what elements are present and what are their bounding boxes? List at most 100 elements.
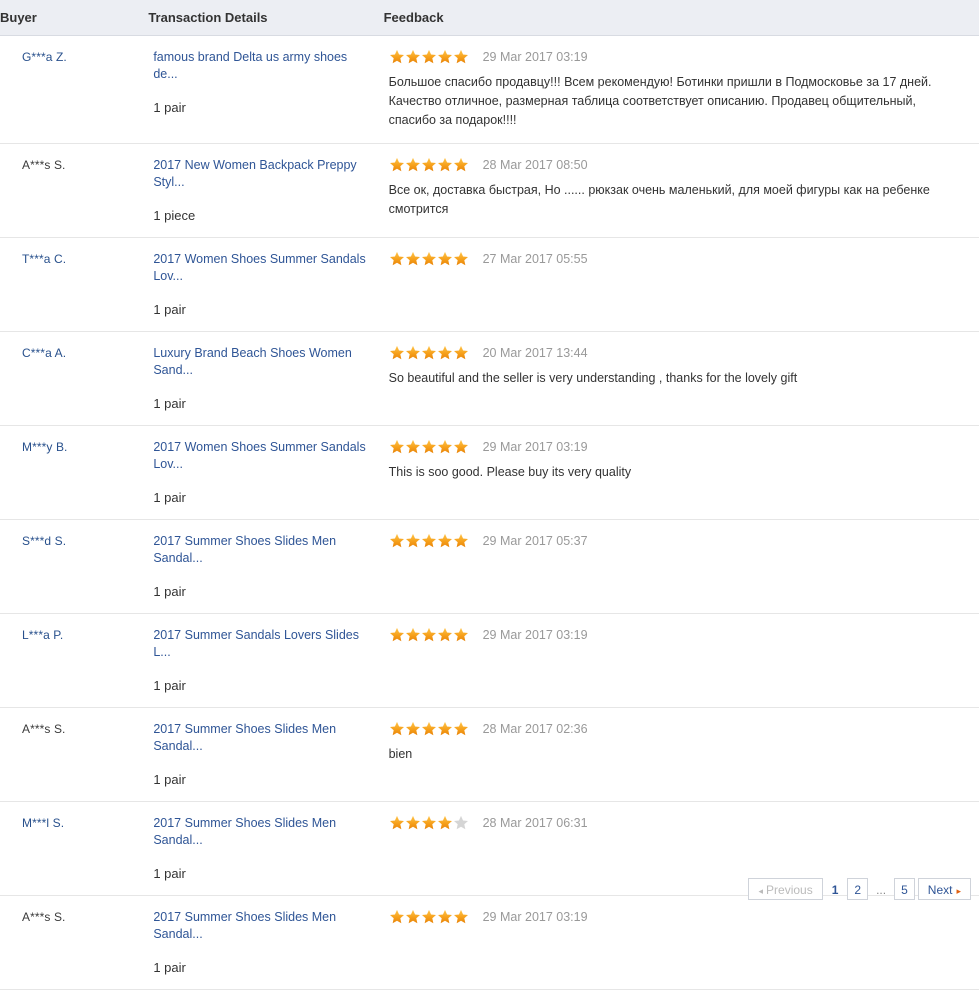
pagination-page-1[interactable]: 1 xyxy=(826,878,845,900)
product-title-link[interactable]: Luxury Brand Beach Shoes Women Sand... xyxy=(153,345,369,379)
buyer-cell: C***a A. xyxy=(0,331,149,426)
transaction-details-cell: 2017 Summer Sandals Lovers Slides L... 1 … xyxy=(148,613,384,708)
buyer-name-link[interactable]: T***a C. xyxy=(22,251,66,267)
table-row: A***s S. 2017 Summer Shoes Slides Men San… xyxy=(0,895,979,990)
feedback-cell: 29 Mar 2017 03:19 xyxy=(383,613,979,708)
buyer-cell: A***s S. xyxy=(0,707,149,802)
feedback-header: 29 Mar 2017 03:19 xyxy=(389,627,969,643)
star-rating-icon xyxy=(389,909,469,925)
feedback-header: 28 Mar 2017 06:31 xyxy=(389,815,969,831)
column-header-feedback: Feedback xyxy=(383,0,979,36)
feedback-comment: So beautiful and the seller is very unde… xyxy=(388,371,798,385)
feedback-header: 29 Mar 2017 05:37 xyxy=(389,533,969,549)
column-header-transaction-details: Transaction Details xyxy=(148,0,384,36)
buyer-cell: S***d S. xyxy=(0,519,149,614)
table-row: L***a P. 2017 Summer Sandals Lovers Slide… xyxy=(0,613,979,708)
product-title-link[interactable]: 2017 Summer Shoes Slides Men Sandal... xyxy=(153,909,369,943)
feedback-comment: This is soo good. Please buy its very qu… xyxy=(388,465,632,479)
feedback-comment: Большое спасибо продавцу!!! Всем рекомен… xyxy=(388,75,932,127)
chevron-left-icon: ◂ xyxy=(758,886,764,896)
feedback-header: 29 Mar 2017 03:19 xyxy=(389,439,969,455)
pagination-next-button[interactable]: Next ▸ xyxy=(917,878,971,900)
product-quantity: 1 pair xyxy=(153,772,186,787)
table-row: S***d S. 2017 Summer Shoes Slides Men San… xyxy=(0,519,979,614)
buyer-cell: M***y B. xyxy=(0,425,149,520)
transaction-details-cell: 2017 Summer Shoes Slides Men Sandal... 1 … xyxy=(148,707,384,802)
table-row: C***a A. Luxury Brand Beach Shoes Women S… xyxy=(0,331,979,426)
feedback-cell: 29 Mar 2017 03:19 xyxy=(383,895,979,990)
transaction-details-cell: Luxury Brand Beach Shoes Women Sand... 1 … xyxy=(148,331,384,426)
feedback-header: 27 Mar 2017 05:55 xyxy=(389,251,969,267)
feedback-comment: Все ок, доставка быстрая, Но ...... рюкз… xyxy=(388,183,930,216)
feedback-cell: 28 Mar 2017 02:36 bien xyxy=(383,707,979,802)
column-header-buyer: Buyer xyxy=(0,0,149,36)
transaction-details-cell: 2017 Summer Shoes Slides Men Sandal... 1 … xyxy=(148,895,384,990)
product-quantity: 1 pair xyxy=(153,490,186,505)
product-title-link[interactable]: 2017 New Women Backpack Preppy Styl... xyxy=(153,157,369,191)
table-header-row: Buyer Transaction Details Feedback xyxy=(0,0,979,36)
pagination-previous-label: Previous xyxy=(766,883,813,897)
buyer-name-link[interactable]: C***a A. xyxy=(22,345,66,361)
feedback-cell: 29 Mar 2017 03:19 This is soo good. Pleas… xyxy=(383,425,979,520)
buyer-name-link[interactable]: G***a Z. xyxy=(22,49,67,65)
pagination-page-2[interactable]: 2 xyxy=(847,878,869,900)
buyer-name-link[interactable]: A***s S. xyxy=(22,721,66,737)
transaction-details-cell: 2017 Summer Shoes Slides Men Sandal... 1 … xyxy=(148,519,384,614)
buyer-name-link[interactable]: L***a P. xyxy=(22,627,63,643)
product-quantity: 1 pair xyxy=(153,100,186,115)
feedback-date: 27 Mar 2017 05:55 xyxy=(482,252,588,266)
feedback-date: 29 Mar 2017 05:37 xyxy=(482,534,588,548)
table-body: G***a Z. famous brand Delta us army shoes… xyxy=(0,35,979,990)
pagination-next-label: Next xyxy=(927,883,953,897)
product-title-link[interactable]: 2017 Summer Shoes Slides Men Sandal... xyxy=(153,815,369,849)
feedback-date: 29 Mar 2017 03:19 xyxy=(482,440,588,454)
product-title-link[interactable]: famous brand Delta us army shoes de... xyxy=(153,49,369,83)
table-row: T***a C. 2017 Women Shoes Summer Sandals … xyxy=(0,237,979,332)
product-quantity: 1 pair xyxy=(153,302,186,317)
feedback-date: 29 Mar 2017 03:19 xyxy=(482,628,588,642)
product-quantity: 1 pair xyxy=(153,866,186,881)
star-rating-icon xyxy=(389,627,469,643)
feedback-cell: 29 Mar 2017 05:37 xyxy=(383,519,979,614)
product-title-link[interactable]: 2017 Women Shoes Summer Sandals Lov... xyxy=(153,439,369,473)
table-row: M***y B. 2017 Women Shoes Summer Sandals … xyxy=(0,425,979,520)
product-title-link[interactable]: 2017 Summer Shoes Slides Men Sandal... xyxy=(153,533,369,567)
feedback-header: 28 Mar 2017 08:50 xyxy=(389,157,969,173)
feedback-header: 29 Mar 2017 03:19 xyxy=(389,49,969,65)
feedback-header: 29 Mar 2017 03:19 xyxy=(389,909,969,925)
product-title-link[interactable]: 2017 Summer Shoes Slides Men Sandal... xyxy=(153,721,369,755)
table-row: A***s S. 2017 Summer Shoes Slides Men San… xyxy=(0,707,979,802)
buyer-name-link[interactable]: A***s S. xyxy=(22,909,66,925)
feedback-date: 29 Mar 2017 03:19 xyxy=(482,50,588,64)
star-rating-icon xyxy=(389,815,469,831)
feedback-table: Buyer Transaction Details Feedback G***a… xyxy=(0,0,979,990)
feedback-header: 28 Mar 2017 02:36 xyxy=(389,721,969,737)
buyer-cell: T***a C. xyxy=(0,237,149,332)
feedback-date: 29 Mar 2017 03:19 xyxy=(482,910,588,924)
buyer-cell: M***l S. xyxy=(0,801,149,896)
table-row: A***s S. 2017 New Women Backpack Preppy S… xyxy=(0,143,979,238)
pagination-previous-button[interactable]: ◂ Previous xyxy=(748,878,823,900)
buyer-name-link[interactable]: S***d S. xyxy=(22,533,66,549)
buyer-name-link[interactable]: A***s S. xyxy=(22,157,66,173)
feedback-cell: 29 Mar 2017 03:19 Большое спасибо продавц… xyxy=(383,35,979,144)
buyer-cell: L***a P. xyxy=(0,613,149,708)
pagination-page-5[interactable]: 5 xyxy=(894,878,915,900)
star-rating-icon xyxy=(389,721,469,737)
buyer-cell: A***s S. xyxy=(0,143,149,238)
pagination: ◂ Previous 1 2 ... 5 Next ▸ xyxy=(745,878,971,900)
star-rating-icon xyxy=(389,49,469,65)
product-quantity: 1 pair xyxy=(153,584,186,599)
transaction-details-cell: 2017 Women Shoes Summer Sandals Lov... 1 … xyxy=(148,237,384,332)
star-rating-icon xyxy=(389,439,469,455)
star-rating-icon xyxy=(389,251,469,267)
chevron-right-icon: ▸ xyxy=(956,886,961,896)
product-title-link[interactable]: 2017 Women Shoes Summer Sandals Lov... xyxy=(153,251,369,285)
transaction-details-cell: 2017 New Women Backpack Preppy Styl... 1 … xyxy=(148,143,384,238)
product-quantity: 1 piece xyxy=(153,208,196,223)
buyer-name-link[interactable]: M***l S. xyxy=(22,815,64,831)
buyer-name-link[interactable]: M***y B. xyxy=(22,439,67,455)
transaction-details-cell: famous brand Delta us army shoes de... 1 … xyxy=(148,35,384,144)
product-title-link[interactable]: 2017 Summer Sandals Lovers Slides L... xyxy=(153,627,369,661)
feedback-date: 28 Mar 2017 06:31 xyxy=(482,816,588,830)
